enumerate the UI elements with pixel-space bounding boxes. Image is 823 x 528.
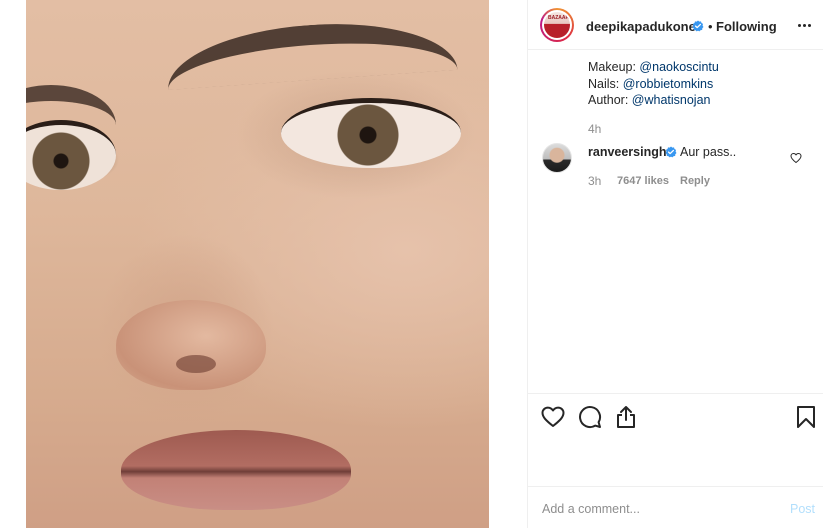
post-actions-bar: [528, 393, 823, 438]
caption-credit-line: Author: @whatisnojan: [588, 93, 711, 107]
photo-detail: [26, 120, 116, 190]
credit-label: Makeup:: [588, 60, 640, 74]
avatar-border: BAZAAR: [542, 10, 572, 40]
following-button[interactable]: Following: [716, 19, 777, 34]
credit-label: Author:: [588, 93, 632, 107]
commenter-avatar[interactable]: [542, 143, 572, 173]
reply-button[interactable]: Reply: [680, 175, 710, 187]
photo-detail: [164, 14, 458, 91]
mention-link[interactable]: @whatisnojan: [632, 93, 711, 107]
photo-detail: [121, 430, 351, 510]
verified-badge-icon: [692, 20, 704, 32]
post-comment-button[interactable]: Post: [790, 502, 815, 516]
author-username[interactable]: deepikapadukone: [586, 19, 696, 34]
dot: [807, 23, 811, 27]
add-comment-bar: Post: [528, 486, 823, 528]
author-avatar[interactable]: BAZAAR: [540, 8, 574, 42]
bookmark-icon[interactable]: [794, 405, 818, 429]
more-options-icon[interactable]: [794, 16, 814, 34]
comment-likes-count[interactable]: 7647 likes: [617, 175, 669, 187]
comment-bubble-icon[interactable]: [578, 405, 602, 429]
photo-detail: [26, 85, 116, 125]
verified-badge-icon: [665, 146, 677, 158]
photo-gap: [489, 0, 527, 528]
mention-link[interactable]: @naokoscintu: [639, 60, 718, 74]
post-photo[interactable]: [26, 0, 489, 528]
comment-like-heart-icon[interactable]: [790, 152, 802, 164]
heart-icon[interactable]: [541, 405, 565, 429]
avatar-image: BAZAAR: [544, 12, 570, 38]
caption-credit-line: Makeup: @naokoscintu: [588, 60, 719, 74]
mention-link[interactable]: @robbietomkins: [623, 77, 714, 91]
avatar-logo-text: BAZAAR: [548, 15, 570, 21]
add-comment-input[interactable]: [542, 499, 772, 519]
caption-timestamp[interactable]: 4h: [588, 122, 601, 136]
caption-credit-line: Nails: @robbietomkins: [588, 77, 713, 91]
post-header: BAZAAR deepikapadukone • Following: [528, 0, 823, 50]
photo-detail: [281, 98, 461, 168]
photo-detail: [176, 355, 216, 373]
comments-section[interactable]: Makeup: @naokoscintu Nails: @robbietomki…: [528, 51, 823, 393]
credit-label: Nails:: [588, 77, 623, 91]
instagram-post-modal: BAZAAR deepikapadukone • Following Makeu…: [0, 0, 823, 528]
photo-detail: [116, 300, 266, 390]
comment-timestamp[interactable]: 3h: [588, 174, 601, 188]
post-side-panel: BAZAAR deepikapadukone • Following Makeu…: [527, 0, 823, 528]
dot: [797, 23, 801, 27]
comment-text: Aur pass..: [680, 145, 737, 159]
follow-separator: •: [708, 19, 713, 34]
commenter-username[interactable]: ranveersingh: [588, 145, 667, 159]
share-icon[interactable]: [614, 405, 638, 429]
backdrop-strip: [0, 0, 26, 528]
dot: [802, 23, 806, 27]
